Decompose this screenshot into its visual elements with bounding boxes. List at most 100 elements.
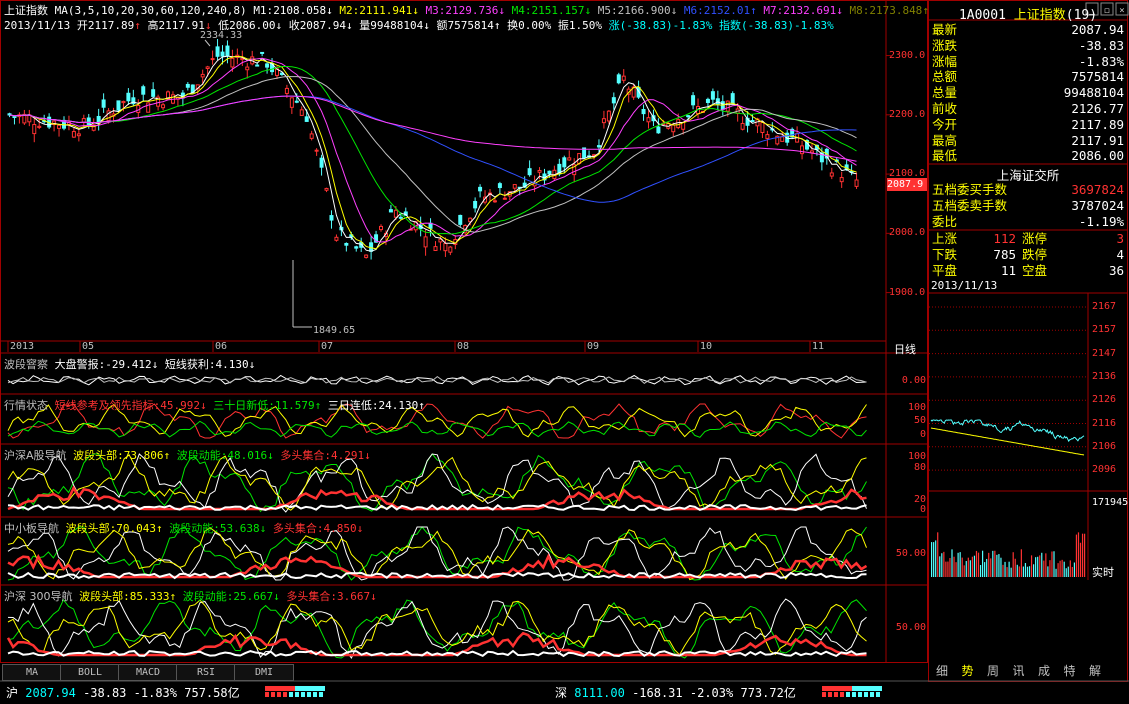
quote-count: (19) (1065, 8, 1098, 23)
vol-arrow: ↓ (423, 19, 430, 32)
mini-volume-bar (1051, 551, 1053, 577)
mini-volume-bar (1043, 560, 1045, 577)
indicator-name[interactable]: 沪深 300导航 (4, 590, 73, 603)
mini-volume-bar (1049, 560, 1051, 577)
indicator-name[interactable]: 沪深A股导航 (4, 449, 67, 462)
breadth-label: 涨停 (1022, 231, 1048, 246)
breadth-label: 空盘 (1022, 263, 1048, 278)
indicator-text: 波段头部:85.333 (79, 590, 170, 603)
candle (161, 102, 166, 111)
right-tab[interactable]: 特 (1059, 662, 1081, 680)
candle (839, 171, 844, 188)
candle (829, 167, 834, 180)
indicator-text: 短线参考及领先指标:45.992 (54, 399, 200, 412)
mini-volume-bar (1002, 564, 1004, 577)
change: 涨(-38.83)-1.83% (608, 19, 713, 32)
candle (809, 143, 814, 160)
mini-volume-bar (1020, 549, 1022, 577)
indicator-header: 行情状态 短线参考及领先指标:45.992↓ 三十日新低:11.579↑ 三日连… (4, 397, 425, 413)
candle (260, 51, 265, 57)
mini-volume-bars (931, 532, 1086, 577)
candle (770, 122, 775, 133)
quote-value: 2126.77 (1071, 101, 1124, 116)
indicator-arrow: ↑ (418, 399, 425, 412)
indicator-arrow: ↓ (267, 449, 274, 462)
indicator-value: 波段头部:85.333↑ (79, 590, 176, 603)
tab-rsi[interactable]: RSI (176, 664, 236, 681)
ma-label: M6: (683, 4, 704, 17)
sz-breadth-bar (822, 686, 882, 697)
tab-macd[interactable]: MACD (118, 664, 178, 681)
amt-label: 额 (436, 19, 448, 32)
candle (800, 140, 805, 160)
ma10-line (9, 57, 857, 243)
mini-price-tick: 2157 (1092, 324, 1117, 336)
right-tab[interactable]: 解 (1084, 662, 1106, 680)
mini-volume-bar (990, 558, 992, 577)
indicator-text: 三日连低:24.130 (327, 399, 419, 412)
right-tab[interactable]: 势 (957, 662, 979, 680)
mini-volume-bar (965, 560, 967, 577)
ma-label: M4: (511, 4, 532, 17)
open-value: 2117.89 (87, 19, 135, 32)
candle (81, 114, 86, 127)
mini-volume-bar (1026, 566, 1029, 577)
indicator-text: 三十日新低:11.579 (213, 399, 315, 412)
quote-name: 上证指数 (1013, 8, 1066, 23)
indicator-value: 三十日新低:11.579↑ (213, 399, 321, 412)
breadth-label: 跌停 (1022, 247, 1048, 262)
quote-row: 涨幅 -1.83% (930, 54, 1126, 70)
breadth-value: 11 (1000, 263, 1016, 278)
mini-price-tick: 2147 (1092, 347, 1117, 359)
mini-volume-bar (943, 551, 945, 577)
quote-value: 99488104 (1063, 85, 1124, 101)
ma-label: M5: (597, 4, 618, 17)
mini-volume-bar (969, 560, 971, 577)
indicator-name[interactable]: 中小板导航 (4, 522, 59, 535)
open-label: 开 (76, 19, 88, 32)
sz-price: 8111.00 (574, 686, 625, 700)
indicator-name[interactable]: 行情状态 (4, 399, 48, 412)
breadth-value: 3 (1116, 231, 1124, 246)
breadth-value: 4 (1116, 247, 1124, 262)
right-tab[interactable]: 成 (1033, 662, 1055, 680)
indicator-axis-label: 50.00 (895, 622, 926, 633)
mini-volume-bar (949, 558, 951, 577)
indicator-value: 短线获利:4.130↓ (165, 358, 255, 371)
tab-dmi[interactable]: DMI (234, 664, 294, 681)
candle (567, 150, 572, 161)
mini-volume-bar (1022, 566, 1024, 577)
candle (309, 130, 314, 141)
indicator-text: 波段头部:73.806 (73, 449, 164, 462)
quote-row: 最新 2087.94 (930, 22, 1126, 38)
quote-value: -38.83 (1078, 37, 1124, 53)
indicator-name[interactable]: 波段窨察 (4, 358, 48, 371)
quote-row: 总额 7575814 (930, 69, 1126, 85)
tab-boll[interactable]: BOLL (60, 664, 120, 681)
candle (478, 184, 483, 198)
candle (76, 127, 81, 142)
mini-volume-bar (992, 550, 994, 577)
tab-ma[interactable]: MA (2, 664, 62, 681)
right-tab[interactable]: 细 (931, 662, 953, 680)
mini-volume-bar (1063, 561, 1065, 577)
mini-volume-bar (1071, 566, 1073, 577)
mini-volume-bar (1039, 555, 1041, 577)
ma-params: MA(3,5,10,20,30,60,120,240,8) (54, 4, 247, 17)
indicator-value: 波段动能:53.638↓ (169, 522, 266, 535)
mini-volume-bar (1010, 567, 1012, 577)
indicator-text: 波段动能:48.016 (176, 449, 268, 462)
indicator-arrow: ↓ (356, 522, 364, 535)
period-label[interactable]: 日线 (894, 341, 916, 357)
right-tab[interactable]: 周 (982, 662, 1004, 680)
mini-volume-bar (977, 552, 980, 577)
ma20-line (9, 66, 857, 235)
mini-volume-bar (951, 549, 953, 577)
mini-volume-bar (1057, 563, 1059, 577)
right-tab[interactable]: 讯 (1008, 662, 1030, 680)
mini-volume-bar (945, 561, 947, 577)
candle (47, 113, 52, 130)
ma-number: 2111.941 (359, 4, 413, 17)
candle (423, 229, 428, 256)
indicator-text: 短线获利:4.130 (164, 358, 249, 371)
